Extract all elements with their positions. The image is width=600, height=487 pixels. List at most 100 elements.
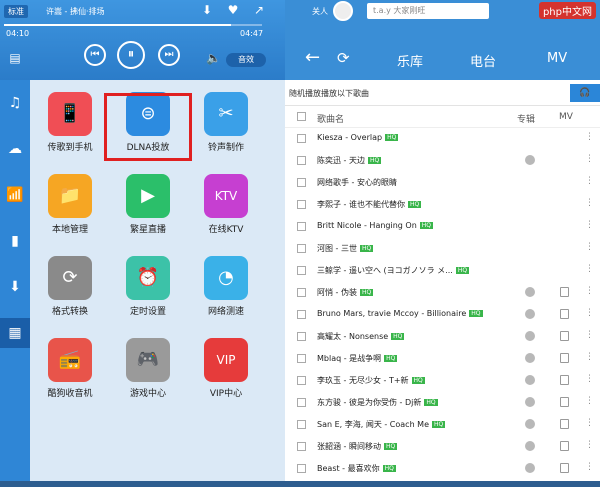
album-icon[interactable]: [525, 441, 535, 451]
volume-icon[interactable]: 🔈: [206, 51, 221, 65]
table-row[interactable]: 河图 - 三世 HQ ⋮: [285, 238, 600, 260]
album-icon[interactable]: [525, 419, 535, 429]
back-arrow-icon[interactable]: ←: [305, 47, 320, 68]
table-row[interactable]: 东方骏 - 彼是为你受伤 - Dj新 HQ ⋮: [285, 392, 600, 414]
headphones-icon[interactable]: 🎧: [570, 84, 600, 102]
song-name[interactable]: 张韶涵 - 瞬间移动 HQ: [317, 441, 398, 452]
table-row[interactable]: 网络歌手 - 安心的眼睛 ⋮: [285, 172, 600, 194]
song-name[interactable]: 东方骏 - 彼是为你受伤 - Dj新 HQ: [317, 397, 438, 408]
row-checkbox[interactable]: [297, 332, 306, 341]
song-name[interactable]: 河图 - 三世 HQ: [317, 243, 374, 254]
broadcast-icon[interactable]: 📶: [0, 180, 30, 210]
table-row[interactable]: 阿悄 - 伪装 HQ ⋮: [285, 282, 600, 304]
row-checkbox[interactable]: [297, 134, 306, 143]
table-row[interactable]: 张韶涵 - 瞬间移动 HQ ⋮: [285, 436, 600, 458]
more-icon[interactable]: ⋮: [585, 418, 594, 428]
row-checkbox[interactable]: [297, 420, 306, 429]
more-icon[interactable]: ⋮: [585, 132, 594, 142]
more-icon[interactable]: ⋮: [585, 198, 594, 208]
table-row[interactable]: Mblaq - 是战争啊 HQ ⋮: [285, 348, 600, 370]
row-checkbox[interactable]: [297, 398, 306, 407]
song-name[interactable]: 网络歌手 - 安心的眼睛: [317, 177, 397, 188]
more-icon[interactable]: ⋮: [585, 220, 594, 230]
select-all-checkbox[interactable]: [297, 112, 306, 121]
mv-icon[interactable]: [560, 353, 569, 363]
row-checkbox[interactable]: [297, 310, 306, 319]
table-row[interactable]: 李玖玉 - 无尽少女 - T+新 HQ ⋮: [285, 370, 600, 392]
mv-icon[interactable]: [560, 397, 569, 407]
mode-button[interactable]: 标准: [4, 5, 28, 18]
more-icon[interactable]: ⋮: [585, 396, 594, 406]
app-tile[interactable]: KTV 在线KTV: [188, 162, 264, 242]
more-icon[interactable]: ⋮: [585, 176, 594, 186]
music-note-icon[interactable]: ♫: [0, 88, 30, 118]
tab-radio[interactable]: 电台: [470, 51, 496, 70]
more-icon[interactable]: ⋮: [585, 330, 594, 340]
row-checkbox[interactable]: [297, 266, 306, 275]
mv-icon[interactable]: [560, 441, 569, 451]
pause-icon[interactable]: ⏸: [117, 41, 145, 69]
row-checkbox[interactable]: [297, 442, 306, 451]
app-tile[interactable]: 📁 本地管理: [32, 162, 108, 242]
table-row[interactable]: 陈奕迅 - 天边 HQ ⋮: [285, 150, 600, 172]
heart-icon[interactable]: ♥: [226, 3, 240, 17]
tab-mv[interactable]: MV: [547, 51, 567, 66]
table-row[interactable]: 李熙子 - 谁也不能代替你 HQ ⋮: [285, 194, 600, 216]
album-icon[interactable]: [525, 331, 535, 341]
previous-icon[interactable]: ⏮: [84, 44, 106, 66]
avatar[interactable]: [333, 1, 353, 21]
app-tile[interactable]: ◔ 网络测速: [188, 244, 264, 324]
row-checkbox[interactable]: [297, 156, 306, 165]
download-icon[interactable]: ⬇: [200, 3, 214, 17]
app-tile[interactable]: ✂ 铃声制作: [188, 80, 264, 160]
mv-icon[interactable]: [560, 375, 569, 385]
more-icon[interactable]: ⋮: [585, 440, 594, 450]
more-icon[interactable]: ⋮: [585, 352, 594, 362]
song-name[interactable]: Britt Nicole - Hanging On HQ: [317, 221, 434, 230]
more-icon[interactable]: ⋮: [585, 286, 594, 296]
table-row[interactable]: Britt Nicole - Hanging On HQ ⋮: [285, 216, 600, 238]
mv-icon[interactable]: [560, 463, 569, 473]
album-icon[interactable]: [525, 287, 535, 297]
song-name[interactable]: San E, 李海, 闻天 - Coach Me HQ: [317, 419, 446, 430]
progress-bar[interactable]: [4, 24, 262, 26]
song-name[interactable]: 三鲸学 - 遥い空へ (ヨコガノソラ メ... HQ: [317, 265, 470, 276]
album-icon[interactable]: [525, 397, 535, 407]
user-label[interactable]: 关人: [312, 6, 328, 17]
more-icon[interactable]: ⋮: [585, 242, 594, 252]
table-row[interactable]: 高耀太 - Nonsense HQ ⋮: [285, 326, 600, 348]
more-icon[interactable]: ⋮: [585, 308, 594, 318]
row-checkbox[interactable]: [297, 376, 306, 385]
more-icon[interactable]: ⋮: [585, 374, 594, 384]
next-icon[interactable]: ⏭: [158, 44, 180, 66]
album-icon[interactable]: [525, 155, 535, 165]
more-icon[interactable]: ⋮: [585, 462, 594, 472]
app-tile[interactable]: 📱 传歌到手机: [32, 80, 108, 160]
app-tile[interactable]: 📻 酷狗收音机: [32, 326, 108, 406]
table-row[interactable]: Bruno Mars, travie Mccoy - Billionaire HQ…: [285, 304, 600, 326]
song-name[interactable]: 高耀太 - Nonsense HQ: [317, 331, 405, 342]
row-checkbox[interactable]: [297, 288, 306, 297]
song-name[interactable]: Kiesza - Overlap HQ: [317, 133, 399, 142]
album-icon[interactable]: [525, 353, 535, 363]
album-icon[interactable]: [525, 463, 535, 473]
more-icon[interactable]: ⋮: [585, 264, 594, 274]
song-name[interactable]: 李熙子 - 谁也不能代替你 HQ: [317, 199, 422, 210]
song-name[interactable]: 陈奕迅 - 天边 HQ: [317, 155, 382, 166]
download-icon[interactable]: ⬇: [0, 272, 30, 302]
app-tile[interactable]: ⏰ 定时设置: [110, 244, 186, 324]
app-tile[interactable]: ⟳ 格式转换: [32, 244, 108, 324]
mv-icon[interactable]: [560, 309, 569, 319]
row-checkbox[interactable]: [297, 354, 306, 363]
song-name[interactable]: 阿悄 - 伪装 HQ: [317, 287, 374, 298]
table-row[interactable]: Beast - 最喜欢你 HQ ⋮: [285, 458, 600, 480]
row-checkbox[interactable]: [297, 244, 306, 253]
row-checkbox[interactable]: [297, 464, 306, 473]
search-input[interactable]: t.a.y 大家刚旺: [367, 3, 489, 19]
album-icon[interactable]: [525, 309, 535, 319]
mv-icon[interactable]: [560, 331, 569, 341]
row-checkbox[interactable]: [297, 178, 306, 187]
album-icon[interactable]: [525, 375, 535, 385]
table-row[interactable]: San E, 李海, 闻天 - Coach Me HQ ⋮: [285, 414, 600, 436]
mobile-icon[interactable]: ▮: [0, 226, 30, 256]
